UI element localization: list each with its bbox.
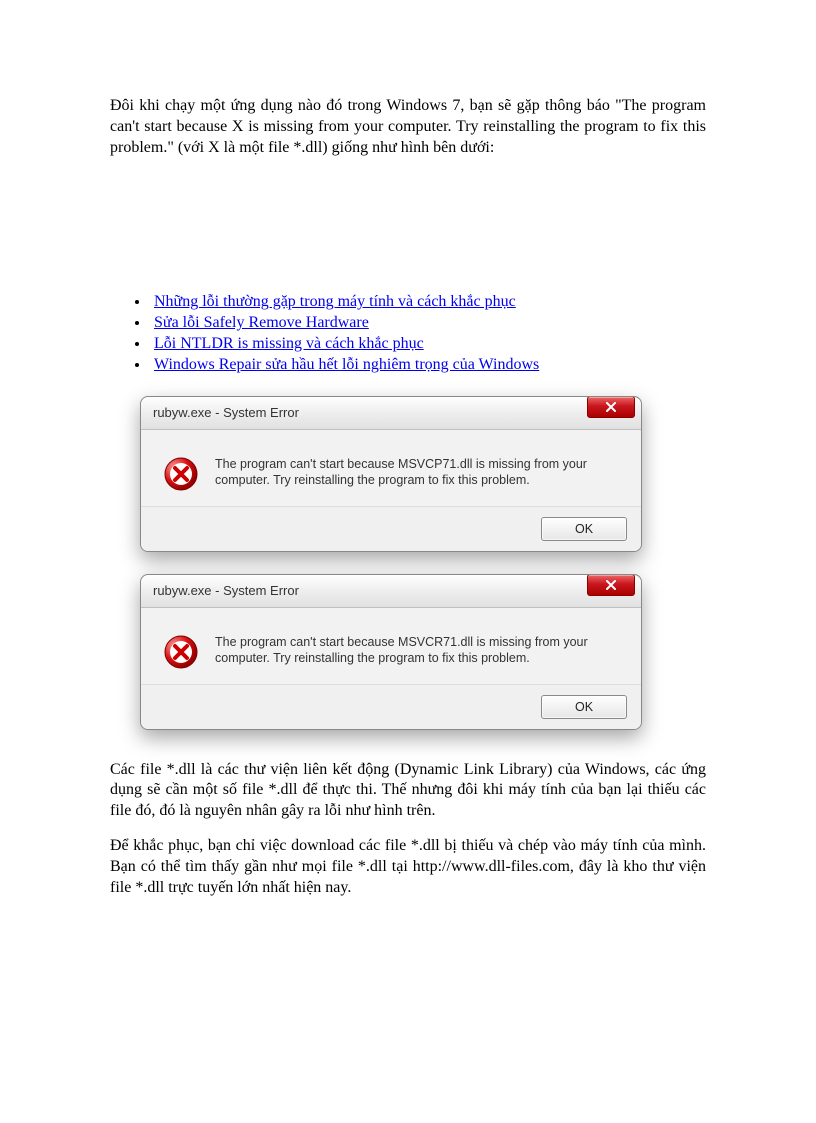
list-item: Những lỗi thường gặp trong máy tính và c…: [150, 292, 706, 313]
dialog-titlebar: rubyw.exe - System Error: [141, 575, 641, 608]
list-item: Sửa lỗi Safely Remove Hardware: [150, 313, 706, 334]
related-link[interactable]: Những lỗi thường gặp trong máy tính và c…: [154, 293, 516, 310]
close-button[interactable]: [587, 396, 635, 418]
dialog-footer: OK: [141, 684, 641, 729]
error-dialog: rubyw.exe - System Error: [140, 396, 642, 552]
dialog-message: The program can't start because MSVCR71.…: [215, 634, 619, 668]
ok-button[interactable]: OK: [541, 695, 627, 719]
explain-paragraph: Các file *.dll là các thư viện liên kết …: [110, 760, 706, 822]
error-icon: [163, 456, 199, 492]
dialog-body: The program can't start because MSVCP71.…: [141, 430, 641, 506]
dialog-titlebar: rubyw.exe - System Error: [141, 397, 641, 430]
dialog-title-text: rubyw.exe - System Error: [153, 583, 635, 598]
ok-button[interactable]: OK: [541, 517, 627, 541]
solution-paragraph: Để khắc phục, bạn chỉ việc download các …: [110, 836, 706, 898]
close-icon: [606, 402, 616, 412]
error-icon: [163, 634, 199, 670]
document-page: Đôi khi chạy một ứng dụng nào đó trong W…: [0, 0, 816, 952]
close-button[interactable]: [587, 574, 635, 596]
list-item: Lỗi NTLDR is missing và cách khắc phục: [150, 334, 706, 355]
related-link[interactable]: Sửa lỗi Safely Remove Hardware: [154, 314, 369, 331]
intro-paragraph: Đôi khi chạy một ứng dụng nào đó trong W…: [110, 96, 706, 158]
dialog-screenshots: rubyw.exe - System Error: [140, 396, 706, 730]
related-link[interactable]: Lỗi NTLDR is missing và cách khắc phục: [154, 335, 424, 352]
related-link[interactable]: Windows Repair sửa hầu hết lỗi nghiêm tr…: [154, 356, 539, 373]
error-dialog: rubyw.exe - System Error: [140, 574, 642, 730]
dialog-footer: OK: [141, 506, 641, 551]
list-item: Windows Repair sửa hầu hết lỗi nghiêm tr…: [150, 355, 706, 376]
related-links-list: Những lỗi thường gặp trong máy tính và c…: [110, 292, 706, 375]
dialog-message: The program can't start because MSVCP71.…: [215, 456, 619, 490]
close-icon: [606, 580, 616, 590]
spacer: [110, 172, 706, 292]
dialog-title-text: rubyw.exe - System Error: [153, 405, 635, 420]
dialog-body: The program can't start because MSVCR71.…: [141, 608, 641, 684]
